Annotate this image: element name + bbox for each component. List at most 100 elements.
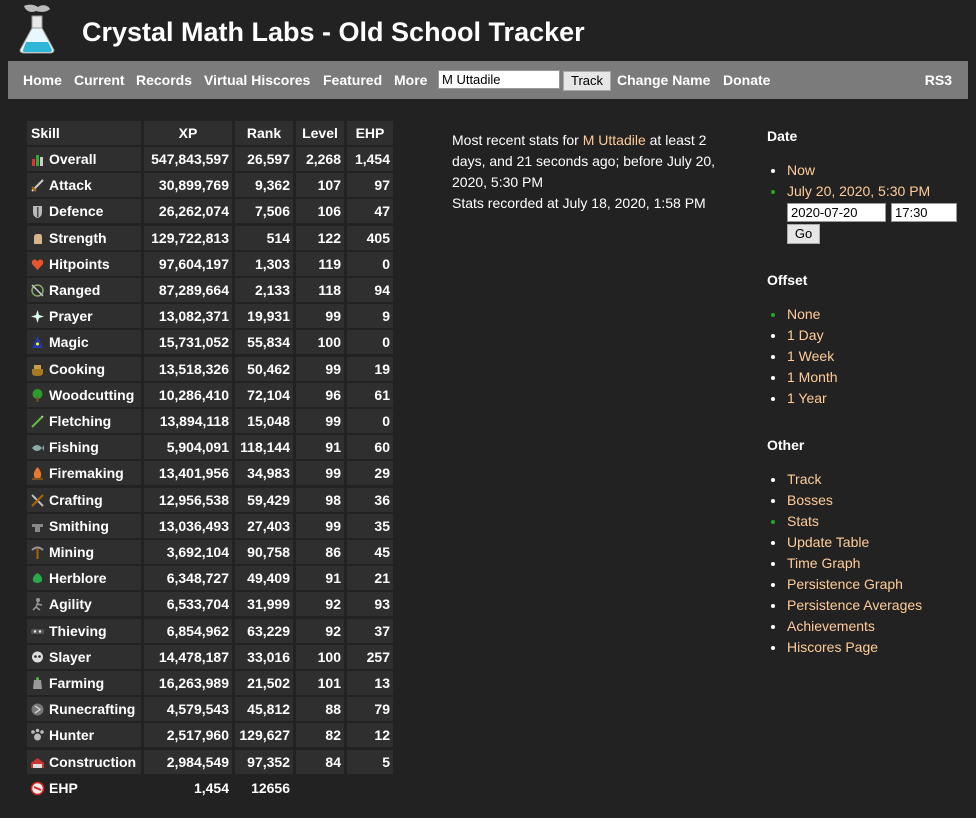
rank-cell: 21,502 — [235, 671, 293, 695]
rank-cell: 63,229 — [235, 618, 293, 643]
offset-item[interactable]: 1 Week — [771, 346, 838, 367]
other-label: Stats — [787, 513, 819, 529]
bullet-icon — [771, 520, 775, 524]
skill-name-link[interactable]: Defence — [49, 203, 103, 219]
nav-rs3[interactable]: RS3 — [925, 72, 952, 88]
flask-logo-icon[interactable] — [16, 4, 60, 54]
skill-cell: Fishing — [27, 435, 141, 460]
offset-item[interactable]: 1 Year — [771, 388, 838, 409]
skill-name-link[interactable]: Woodcutting — [49, 387, 134, 403]
xp-cell: 129,722,813 — [144, 225, 232, 250]
player-search-input[interactable] — [438, 70, 560, 89]
header-level: Level — [296, 121, 344, 145]
bullet-icon — [771, 313, 775, 317]
skill-name-link[interactable]: Attack — [49, 177, 92, 193]
time-input[interactable] — [891, 203, 957, 222]
skill-cell: Slayer — [27, 644, 141, 669]
table-row: Fletching 13,894,118 15,048 99 0 — [27, 409, 393, 433]
other-label: Persistence Graph — [787, 576, 903, 592]
offset-item[interactable]: None — [771, 304, 838, 325]
other-item[interactable]: Stats — [771, 511, 922, 532]
nav-featured[interactable]: Featured — [323, 72, 382, 88]
rank-cell: 19,931 — [235, 304, 293, 329]
offset-item[interactable]: 1 Month — [771, 367, 838, 388]
xp-cell: 87,289,664 — [144, 278, 232, 302]
nav-change-name[interactable]: Change Name — [617, 72, 710, 88]
ehp-cell: 60 — [347, 435, 393, 460]
recent-stats-text: Most recent stats for M Uttadile at leas… — [452, 130, 742, 214]
xp-cell: 2,517,960 — [144, 723, 232, 748]
skill-name-link[interactable]: Hitpoints — [49, 256, 110, 272]
xp-cell: 16,263,989 — [144, 671, 232, 695]
ehp-cell: 0 — [347, 251, 393, 276]
xp-cell: 5,904,091 — [144, 435, 232, 460]
nav-home[interactable]: Home — [23, 72, 62, 88]
xp-cell: 26,262,074 — [144, 199, 232, 224]
skill-name-link[interactable]: Thieving — [49, 623, 107, 639]
other-item[interactable]: Bosses — [771, 490, 922, 511]
bullet-icon — [771, 397, 775, 401]
skill-name-link[interactable]: Ranged — [49, 282, 100, 298]
rank-cell: 9,362 — [235, 173, 293, 198]
table-row: Fishing 5,904,091 118,144 91 60 — [27, 435, 393, 460]
nav-current[interactable]: Current — [74, 72, 125, 88]
skill-name-link[interactable]: Hunter — [49, 727, 94, 743]
skill-name-link[interactable]: Agility — [49, 596, 92, 612]
other-item[interactable]: Persistence Graph — [771, 574, 922, 595]
rank-cell: 49,409 — [235, 566, 293, 591]
offset-item[interactable]: 1 Day — [771, 325, 838, 346]
ehp-cell: 21 — [347, 566, 393, 591]
skill-name-link[interactable]: Smithing — [49, 518, 109, 534]
table-row: Ranged 87,289,664 2,133 118 94 — [27, 278, 393, 302]
date-item[interactable]: July 20, 2020, 5:30 PM — [771, 181, 930, 202]
skill-cell: EHP — [27, 776, 141, 800]
skill-name-link[interactable]: Runecrafting — [49, 701, 135, 717]
skill-name-link[interactable]: Strength — [49, 230, 107, 246]
bullet-icon — [771, 376, 775, 380]
other-list: Track Bosses Stats Update Table Time Graph Pe… — [771, 469, 922, 658]
go-button[interactable]: Go — [787, 224, 820, 244]
other-item[interactable]: Time Graph — [771, 553, 922, 574]
nav-virtual-hiscores[interactable]: Virtual Hiscores — [204, 72, 310, 88]
offset-list: None 1 Day 1 Week 1 Month 1 Year — [771, 304, 838, 409]
skill-name-link[interactable]: Herblore — [49, 570, 107, 586]
skill-name-link[interactable]: Fletching — [49, 413, 111, 429]
nav-records[interactable]: Records — [136, 72, 192, 88]
skill-cell: Overall — [27, 147, 141, 171]
player-name-link[interactable]: M Uttadile — [583, 132, 646, 148]
track-button[interactable]: Track — [563, 71, 611, 91]
level-cell: 99 — [296, 356, 344, 381]
ehp-cell: 19 — [347, 356, 393, 381]
other-item[interactable]: Persistence Averages — [771, 595, 922, 616]
bullet-icon — [771, 169, 775, 173]
skill-name-link[interactable]: Crafting — [49, 492, 103, 508]
other-item[interactable]: Track — [771, 469, 922, 490]
skill-name-link[interactable]: Slayer — [49, 649, 91, 665]
skill-name-link[interactable]: Farming — [49, 675, 104, 691]
header-rank: Rank — [235, 121, 293, 145]
nav-donate[interactable]: Donate — [723, 72, 770, 88]
level-cell: 99 — [296, 461, 344, 486]
skill-name-link[interactable]: Fishing — [49, 439, 99, 455]
date-input[interactable] — [787, 203, 886, 222]
nav-more[interactable]: More — [394, 72, 427, 88]
skill-name-link[interactable]: Firemaking — [49, 465, 124, 481]
other-item[interactable]: Achievements — [771, 616, 922, 637]
other-item[interactable]: Hiscores Page — [771, 637, 922, 658]
ehp-cell: 61 — [347, 382, 393, 407]
skill-name-link[interactable]: Cooking — [49, 361, 105, 377]
skill-name-link[interactable]: Magic — [49, 334, 89, 350]
other-item[interactable]: Update Table — [771, 532, 922, 553]
xp-cell: 14,478,187 — [144, 644, 232, 669]
xp-cell: 13,401,956 — [144, 461, 232, 486]
skill-name-link[interactable]: Construction — [49, 754, 136, 770]
skill-name-link[interactable]: Prayer — [49, 308, 93, 324]
date-label: July 20, 2020, 5:30 PM — [787, 183, 931, 199]
date-item[interactable]: Now — [771, 160, 930, 181]
skill-name-link[interactable]: Mining — [49, 544, 94, 560]
rank-cell: 15,048 — [235, 409, 293, 433]
skill-cell: Ranged — [27, 278, 141, 302]
skill-name-link[interactable]: Overall — [49, 151, 96, 167]
table-row: Hitpoints 97,604,197 1,303 119 0 — [27, 251, 393, 276]
firemaking-icon — [32, 467, 43, 481]
